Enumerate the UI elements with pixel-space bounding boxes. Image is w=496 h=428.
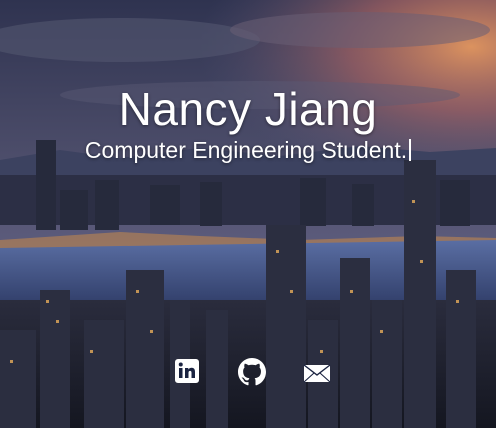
github-icon <box>238 358 266 386</box>
linkedin-icon <box>175 359 199 383</box>
hero-tagline: Computer Engineering Student. <box>0 137 496 164</box>
hero-name: Nancy Jiang <box>118 83 378 135</box>
github-link[interactable] <box>238 358 270 390</box>
typing-caret <box>409 139 412 161</box>
tagline-text: Computer Engineering Student. <box>84 137 408 163</box>
hero-section: Nancy Jiang Computer Engineering Student… <box>0 0 496 428</box>
linkedin-link[interactable] <box>174 358 206 390</box>
social-links <box>0 358 496 390</box>
email-icon <box>303 364 331 383</box>
email-link[interactable] <box>302 358 334 390</box>
